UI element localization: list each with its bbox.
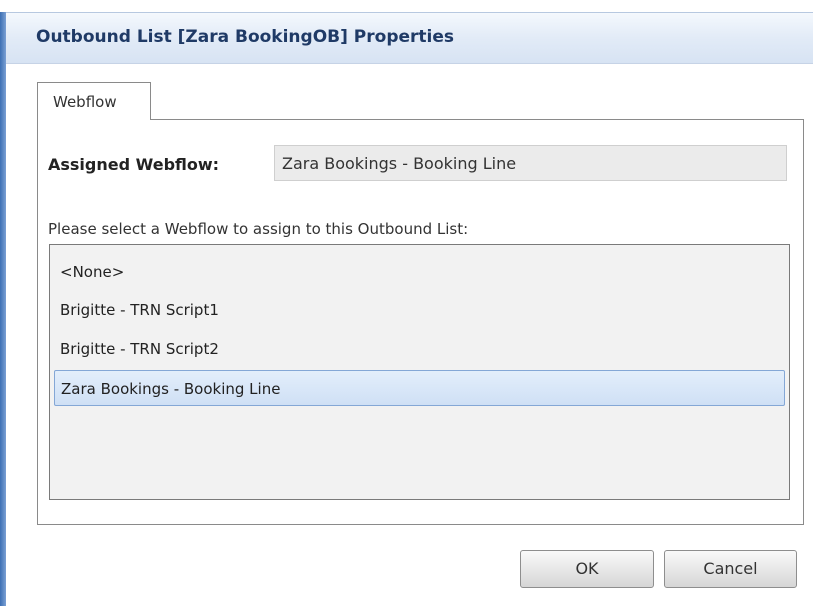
ok-button[interactable]: OK [520, 550, 654, 588]
dialog-title: Outbound List [Zara BookingOB] Propertie… [36, 27, 455, 47]
window-left-edge [0, 12, 6, 606]
list-item-brigitte-trn-script1[interactable]: Brigitte - TRN Script1 [54, 292, 785, 328]
select-webflow-prompt: Please select a Webflow to assign to thi… [48, 220, 469, 238]
list-item-brigitte-trn-script2[interactable]: Brigitte - TRN Script2 [54, 331, 785, 367]
assigned-webflow-field: Zara Bookings - Booking Line [274, 145, 787, 181]
top-strip [0, 0, 813, 12]
assigned-webflow-label: Assigned Webflow: [48, 155, 220, 174]
tab-webflow[interactable]: Webflow [37, 82, 151, 120]
list-item-zara-bookings-selected[interactable]: Zara Bookings - Booking Line [54, 370, 785, 406]
webflow-listbox[interactable]: <None> Brigitte - TRN Script1 Brigitte -… [49, 244, 790, 500]
list-item-none[interactable]: <None> [54, 254, 785, 290]
tab-webflow-label: Webflow [53, 93, 117, 111]
properties-dialog: Outbound List [Zara BookingOB] Propertie… [0, 0, 813, 606]
cancel-button[interactable]: Cancel [664, 550, 797, 588]
title-bar[interactable]: Outbound List [Zara BookingOB] Propertie… [6, 12, 813, 64]
